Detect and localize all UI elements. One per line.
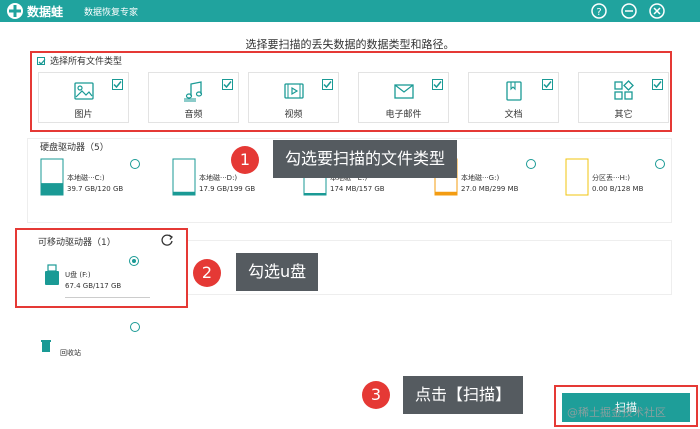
- usb-drive[interactable]: U盘 (F:) 67.4 GB/117 GB: [40, 262, 150, 298]
- image-checkbox[interactable]: [112, 79, 123, 90]
- drive-g-radio[interactable]: [526, 159, 536, 169]
- select-all-label: 选择所有文件类型: [50, 57, 123, 67]
- image-icon: [73, 82, 94, 100]
- recycle-bin-label: 回收站: [60, 349, 81, 357]
- drive-h-radio[interactable]: [655, 159, 665, 169]
- app-subtitle: 数据恢复专家: [84, 8, 139, 18]
- app-logo-icon: [7, 3, 23, 19]
- checkbox-icon: [37, 57, 46, 65]
- drive-icon: [40, 158, 64, 196]
- usb-drive-label: U盘 (F:): [65, 271, 91, 279]
- drive-size: 174 MB/157 GB: [330, 185, 385, 193]
- drive-icon: [565, 158, 589, 196]
- email-checkbox[interactable]: [432, 79, 443, 90]
- file-type-label: 文档: [504, 110, 523, 120]
- step-3-badge: 3: [362, 381, 390, 409]
- refresh-icon[interactable]: [160, 233, 174, 247]
- file-type-other[interactable]: 其它: [578, 72, 669, 123]
- drive-label: 分区丢···H:): [592, 174, 631, 182]
- file-type-label: 音频: [184, 110, 203, 120]
- recycle-bin-radio[interactable]: [130, 322, 140, 332]
- video-checkbox[interactable]: [322, 79, 333, 90]
- drive-label: 本地磁···G:): [461, 174, 500, 182]
- drive-usage-fill: [41, 183, 63, 195]
- drive-c[interactable]: 本地磁···C:) 39.7 GB/120 GB: [40, 158, 140, 203]
- file-type-email[interactable]: 电子邮件: [358, 72, 449, 123]
- document-icon: [505, 81, 522, 101]
- document-checkbox[interactable]: [542, 79, 553, 90]
- file-type-video[interactable]: 视频: [248, 72, 339, 123]
- drive-usage-fill: [304, 193, 326, 195]
- drive-usage-fill: [173, 191, 195, 195]
- file-type-label: 电子邮件: [385, 110, 422, 120]
- step-2-callout: 勾选u盘: [236, 253, 319, 291]
- page-heading: 选择要扫描的丢失数据的数据类型和路径。: [245, 38, 455, 51]
- trash-icon: [41, 340, 51, 352]
- drive-usage-fill: [435, 191, 457, 195]
- drive-c-radio[interactable]: [130, 159, 140, 169]
- file-type-image[interactable]: 图片: [38, 72, 129, 123]
- step-1-badge: 1: [231, 146, 259, 174]
- file-type-label: 图片: [74, 110, 93, 120]
- file-type-label: 其它: [614, 110, 633, 120]
- minimize-button[interactable]: [620, 2, 638, 20]
- select-all-checkbox[interactable]: 选择所有文件类型: [37, 54, 122, 67]
- app-name: 数据蛙: [27, 5, 64, 19]
- drive-icon: [172, 158, 196, 196]
- usb-drive-icon: [45, 264, 59, 285]
- hard-drive-section-title: 硬盘驱动器（5）: [40, 143, 109, 153]
- step-2-badge: 2: [193, 259, 221, 287]
- close-button[interactable]: [648, 2, 666, 20]
- other-checkbox[interactable]: [652, 79, 663, 90]
- step-3-callout: 点击【扫描】: [403, 376, 524, 414]
- svg-text:?: ?: [596, 7, 601, 18]
- title-bar: 数据蛙 数据恢复专家 ?: [0, 0, 700, 22]
- audio-checkbox[interactable]: [222, 79, 233, 90]
- watermark: @稀土掘金技术社区: [567, 406, 666, 419]
- usb-drive-size: 67.4 GB/117 GB: [65, 282, 122, 290]
- help-button[interactable]: ?: [590, 2, 608, 20]
- music-icon: [183, 81, 202, 102]
- file-type-label: 视频: [284, 110, 303, 120]
- other-icon: [613, 80, 634, 100]
- drive-size: 0.00 B/128 MB: [592, 185, 644, 193]
- video-icon: [283, 83, 304, 99]
- drive-size: 39.7 GB/120 GB: [67, 185, 124, 193]
- drive-h[interactable]: 分区丢···H:) 0.00 B/128 MB: [565, 158, 665, 203]
- recycle-bin[interactable]: 回收站: [38, 338, 98, 360]
- divider: [65, 297, 150, 298]
- drive-label: 本地磁···C:): [67, 174, 105, 182]
- drive-size: 17.9 GB/199 GB: [199, 185, 256, 193]
- removable-section-title: 可移动驱动器（1）: [38, 238, 116, 248]
- step-1-callout: 勾选要扫描的文件类型: [273, 140, 458, 178]
- drive-label: 本地磁···D:): [199, 174, 238, 182]
- drive-size: 27.0 MB/299 MB: [461, 185, 519, 193]
- file-type-document[interactable]: 文档: [468, 72, 559, 123]
- email-icon: [393, 84, 414, 99]
- file-type-audio[interactable]: 音频: [148, 72, 239, 123]
